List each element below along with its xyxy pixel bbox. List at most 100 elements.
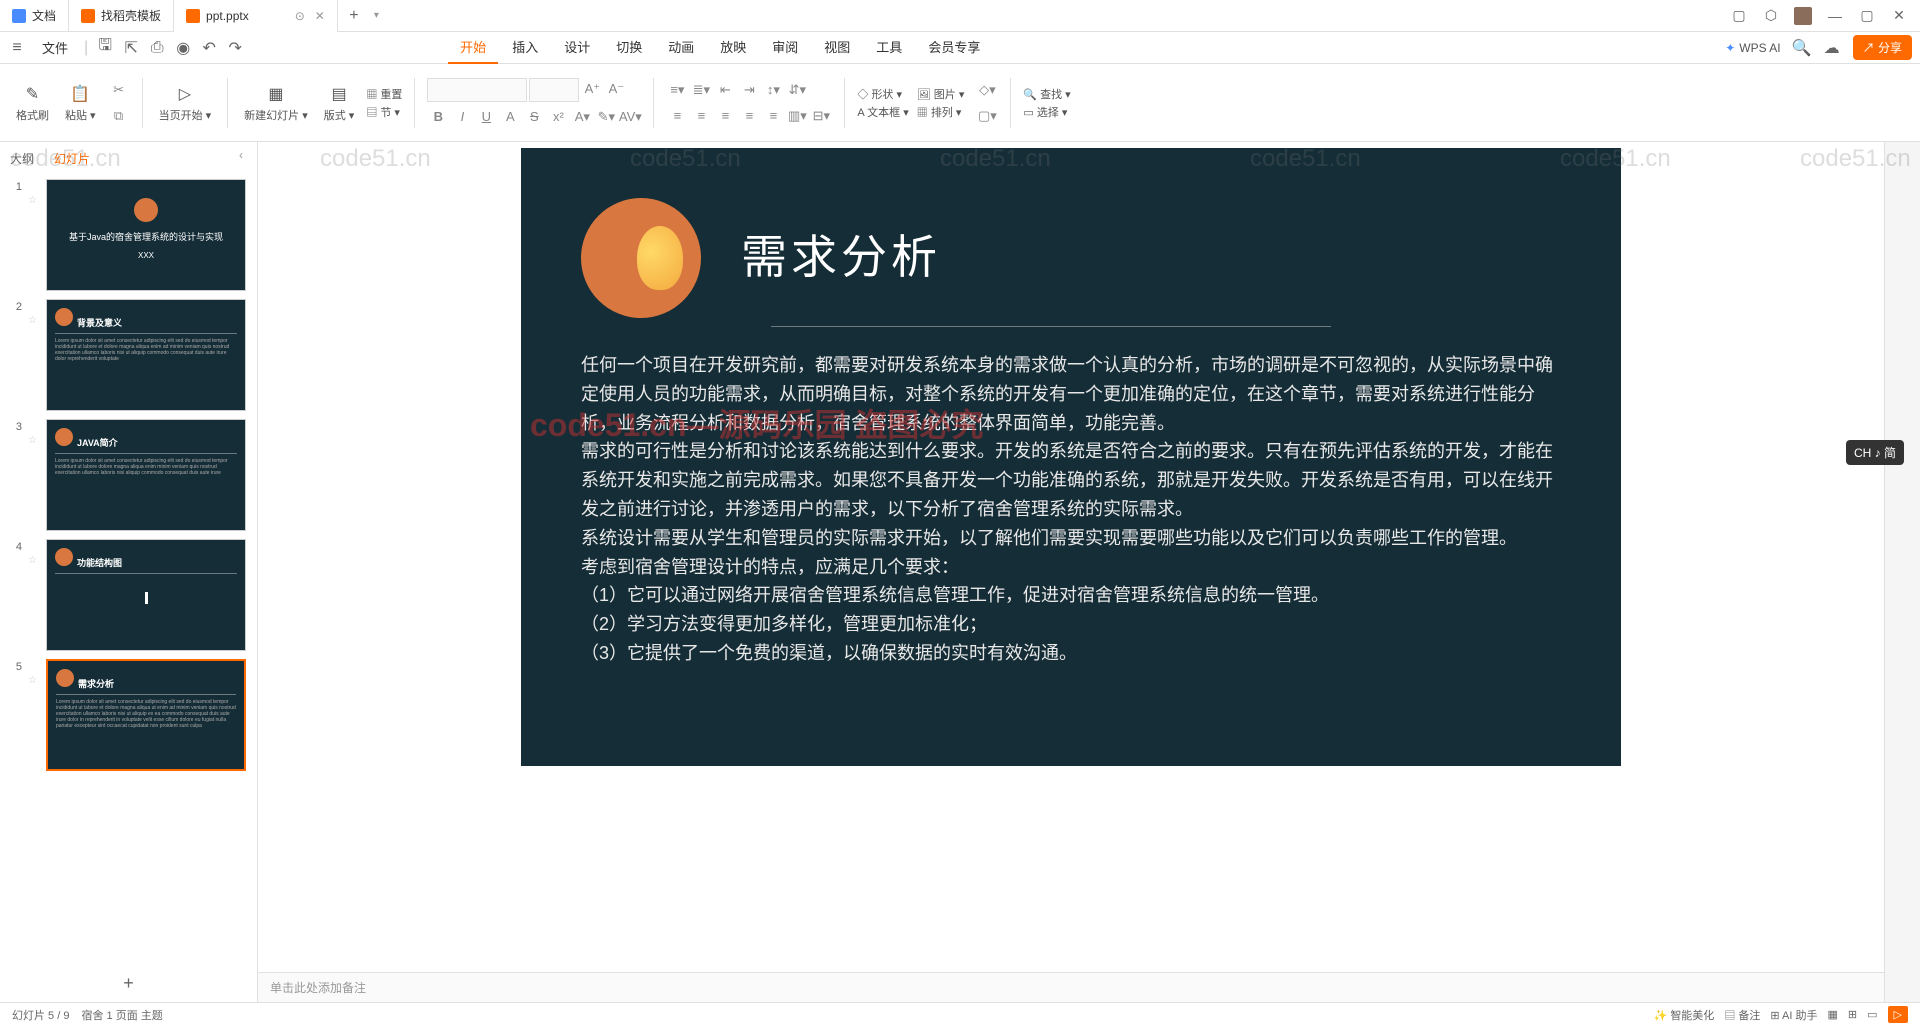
select-button[interactable]: ▭ 选择 ▾ [1023,104,1070,120]
shape-button[interactable]: ◇ 形状 ▾ [857,86,908,102]
new-slide-button[interactable]: ▦新建幻灯片 ▾ [240,81,312,125]
tab-view[interactable]: 视图 [812,31,862,64]
fill-icon[interactable]: ◇▾ [976,79,998,101]
view-reading-icon[interactable]: ▭ [1867,1008,1877,1021]
tab-vip[interactable]: 会员专享 [916,31,992,64]
line-spacing-icon[interactable]: ↕▾ [762,79,784,101]
font-grow-icon[interactable]: A⁺ [581,78,603,100]
minimize-icon[interactable]: — [1826,7,1844,25]
font-select[interactable] [427,78,527,102]
font-shrink-icon[interactable]: A⁻ [605,78,627,100]
align-center-icon[interactable]: ≡ [690,105,712,127]
start-from-button[interactable]: ▷当页开始 ▾ [155,81,216,125]
format-painter-button[interactable]: ✎格式刷 [12,81,53,125]
cut-icon[interactable]: ✂ [108,79,130,101]
star-icon[interactable]: ☆ [28,659,40,771]
star-icon[interactable]: ☆ [28,299,40,411]
superscript-icon[interactable]: x² [547,106,569,128]
wps-ai-button[interactable]: ✦WPS AI [1725,41,1780,55]
justify-icon[interactable]: ≡ [738,105,760,127]
save-icon[interactable]: 🖫 [96,39,114,57]
collapse-icon[interactable]: ‹ [239,148,251,169]
notes-toggle[interactable]: ▤ 备注 [1724,1007,1760,1023]
thumbnail-4[interactable]: 功能结构图 [46,539,246,651]
section-button[interactable]: ▤ 节 ▾ [366,104,402,120]
outline-icon[interactable]: ▢▾ [976,105,998,127]
bullets-icon[interactable]: ≡▾ [666,79,688,101]
tab-review[interactable]: 审阅 [760,31,810,64]
tab-design[interactable]: 设计 [552,31,602,64]
view-sorter-icon[interactable]: ⊞ [1848,1008,1857,1021]
tab-templates[interactable]: 找稻壳模板 [69,0,174,32]
highlight-icon[interactable]: ✎▾ [595,106,617,128]
textbox-button[interactable]: A 文本框 ▾ [857,104,908,120]
arrange-button[interactable]: ▦ 排列 ▾ [917,104,965,120]
numbering-icon[interactable]: ≣▾ [690,79,712,101]
image-button[interactable]: 🖼 图片 ▾ [917,86,965,102]
thumbnail-2[interactable]: 背景及意义Lorem ipsum dolor sit amet consecte… [46,299,246,411]
file-menu[interactable]: 文件 [34,34,76,61]
tab-animation[interactable]: 动画 [656,31,706,64]
cloud-icon[interactable]: ☁ [1823,39,1841,57]
tab-ppt[interactable]: ppt.pptx ⊙ ✕ [174,0,338,32]
align-left-icon[interactable]: ≡ [666,105,688,127]
outline-tab[interactable]: 大纲 [6,148,38,169]
redo-icon[interactable]: ↷ [226,39,244,57]
tab-start[interactable]: 开始 [448,31,498,64]
text-direction-icon[interactable]: ⇵▾ [786,79,808,101]
tab-menu-icon[interactable]: ⊙ [295,9,305,23]
thumbnail-5[interactable]: 需求分析Lorem ipsum dolor sit amet consectet… [46,659,246,771]
tab-tools[interactable]: 工具 [864,31,914,64]
undo-icon[interactable]: ↶ [200,39,218,57]
tab-transition[interactable]: 切换 [604,31,654,64]
star-icon[interactable]: ☆ [28,179,40,291]
search-icon[interactable]: 🔍 [1793,39,1811,57]
find-button[interactable]: 🔍 查找 ▾ [1023,86,1070,102]
tab-dropdown-icon[interactable]: ▾ [374,10,379,21]
slides-tab[interactable]: 幻灯片 [50,148,94,169]
tab-slideshow[interactable]: 放映 [708,31,758,64]
close-icon[interactable]: ✕ [315,9,325,23]
shadow-icon[interactable]: A [499,106,521,128]
cube-icon[interactable]: ⬡ [1762,7,1780,25]
thumbnail-3[interactable]: JAVA简介Lorem ipsum dolor sit amet consect… [46,419,246,531]
ai-helper[interactable]: ⊞ AI 助手 [1770,1007,1817,1023]
copy-icon[interactable]: ⧉ [108,105,130,127]
char-spacing-icon[interactable]: AV▾ [619,106,641,128]
outdent-icon[interactable]: ⇤ [714,79,736,101]
valign-icon[interactable]: ⊟▾ [810,105,832,127]
maximize-icon[interactable]: ▢ [1858,7,1876,25]
add-slide-button[interactable]: + [0,965,257,1002]
window-close-icon[interactable]: ✕ [1890,7,1908,25]
font-color-icon[interactable]: A▾ [571,106,593,128]
align-right-icon[interactable]: ≡ [714,105,736,127]
view-normal-icon[interactable]: ▦ [1828,1008,1838,1021]
columns-icon[interactable]: ▥▾ [786,105,808,127]
layout-button[interactable]: ▤版式 ▾ [320,81,359,125]
tab-insert[interactable]: 插入 [500,31,550,64]
size-select[interactable] [529,78,579,102]
tab-docs[interactable]: 文档 [0,0,69,32]
notes-input[interactable]: 单击此处添加备注 [258,972,1884,1002]
view-slideshow-icon[interactable]: ▷ [1888,1006,1908,1023]
indent-icon[interactable]: ⇥ [738,79,760,101]
distribute-icon[interactable]: ≡ [762,105,784,127]
strike-icon[interactable]: S [523,106,545,128]
print-icon[interactable]: ⎙ [148,39,166,57]
hamburger-icon[interactable]: ≡ [8,39,26,57]
underline-icon[interactable]: U [475,106,497,128]
reset-button[interactable]: ▦ 重置 [366,86,402,102]
share-button[interactable]: ↗ 分享 [1853,35,1912,60]
italic-icon[interactable]: I [451,106,473,128]
export-icon[interactable]: ⇱ [122,39,140,57]
paste-button[interactable]: 📋粘贴 ▾ [61,81,100,125]
avatar-icon[interactable] [1794,7,1812,25]
preview-icon[interactable]: ◉ [174,39,192,57]
star-icon[interactable]: ☆ [28,539,40,651]
thumbnail-1[interactable]: 基于Java的宿舍管理系统的设计与实现 XXX [46,179,246,291]
pin-icon[interactable]: ▢ [1730,7,1748,25]
smart-beautify[interactable]: ✨ 智能美化 [1654,1007,1715,1023]
bold-icon[interactable]: B [427,106,449,128]
slide-canvas[interactable]: 需求分析 任何一个项目在开发研究前，都需要对研发系统本身的需求做一个认真的分析，… [521,148,1621,766]
tab-add[interactable]: + [338,7,370,25]
